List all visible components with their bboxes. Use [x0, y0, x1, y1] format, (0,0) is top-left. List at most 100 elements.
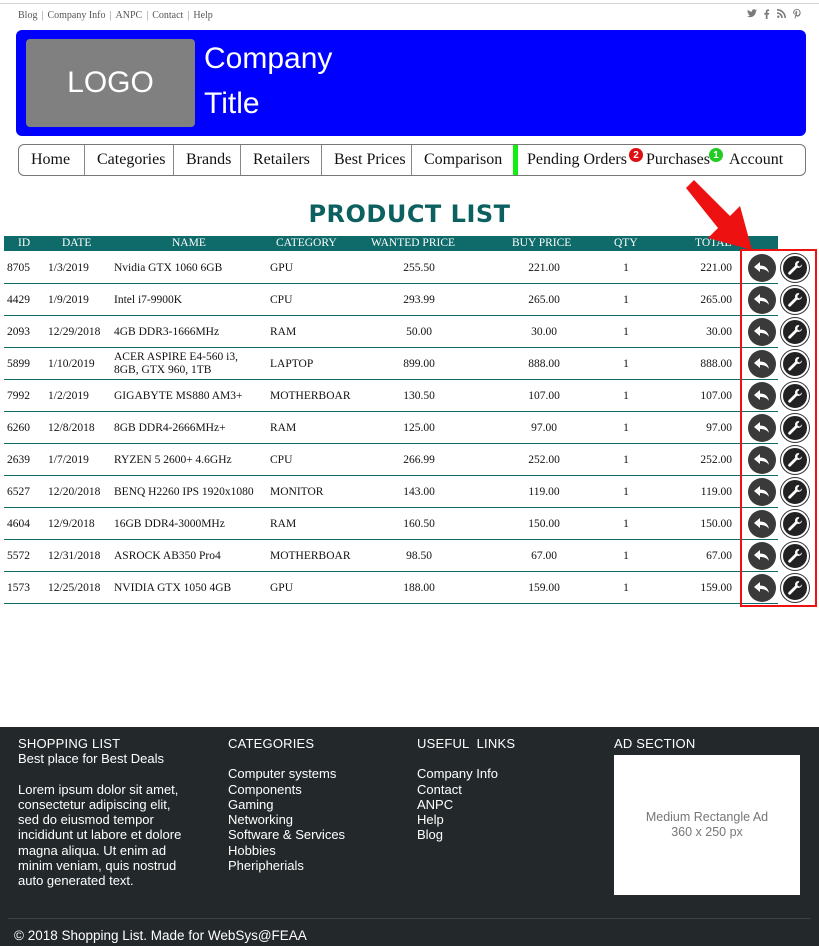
- pinterest-icon[interactable]: [792, 9, 801, 22]
- facebook-icon[interactable]: [762, 9, 771, 22]
- cell-date: 1/9/2019: [48, 294, 89, 306]
- cell-wanted-price: 266.99: [403, 454, 435, 466]
- cell-name: GIGABYTE MS880 AM3+: [114, 390, 243, 402]
- pending-orders-badge: 2: [629, 148, 643, 162]
- cell-total: 252.00: [700, 454, 732, 466]
- footer-shop-text: magna aliqua. Ut enim ad: [18, 842, 167, 858]
- footer-shop-text: auto generated text.: [18, 873, 134, 889]
- footer-category-link[interactable]: Gaming: [228, 797, 345, 812]
- footer-category-link[interactable]: Hobbies: [228, 843, 345, 858]
- nav-home[interactable]: Home: [19, 145, 85, 175]
- footer-link-help[interactable]: Help: [417, 812, 515, 827]
- twitter-icon[interactable]: [747, 9, 757, 22]
- cell-total: 221.00: [700, 262, 732, 274]
- cell-buy-price: 150.00: [528, 518, 560, 530]
- ad-size: 360 x 250 px: [671, 825, 743, 839]
- cell-wanted-price: 293.99: [403, 294, 435, 306]
- footer-category-link[interactable]: Networking: [228, 812, 345, 827]
- footer-link-blog[interactable]: Blog: [417, 827, 515, 842]
- top-link-blog[interactable]: Blog: [18, 10, 37, 21]
- cell-wanted-price: 98.50: [406, 550, 432, 562]
- col-qty: QTY: [614, 237, 638, 249]
- cell-name: 4GB DDR3-1666MHz: [114, 326, 220, 338]
- cell-wanted-price: 125.00: [403, 422, 435, 434]
- top-link-company-info[interactable]: Company Info: [47, 10, 105, 21]
- table-row: 5572 12/31/2018 ASROCK AB350 Pro4 MOTHERBOA…: [4, 540, 809, 572]
- cell-qty: 1: [623, 390, 629, 402]
- col-date: DATE: [62, 237, 92, 249]
- nav-comparison[interactable]: Comparison: [412, 145, 513, 175]
- footer-categories-title: CATEGORIES: [228, 736, 315, 751]
- footer-category-link[interactable]: Components: [228, 782, 345, 797]
- cell-wanted-price: 130.50: [403, 390, 435, 402]
- separator: |: [41, 10, 44, 21]
- cell-id: 1573: [7, 582, 30, 594]
- cell-name: RYZEN 5 2600+ 4.6GHz: [114, 454, 232, 466]
- table-row: 1573 12/25/2018 NVIDIA GTX 1050 4GB GPU 188.…: [4, 572, 809, 604]
- nav-brands[interactable]: Brands: [174, 145, 241, 175]
- cell-category: RAM: [270, 518, 297, 530]
- cell-wanted-price: 188.00: [403, 582, 435, 594]
- table-row: 6527 12/20/2018 BENQ H2260 IPS 1920x1080 MO…: [4, 476, 809, 508]
- footer-link-contact[interactable]: Contact: [417, 782, 515, 797]
- cell-buy-price: 67.00: [531, 550, 557, 562]
- cell-name: BENQ H2260 IPS 1920x1080: [114, 486, 254, 498]
- footer-useful-links: USEFUL LINKS Company Info Contact ANPC H…: [417, 736, 515, 843]
- cell-buy-price: 30.00: [531, 326, 557, 338]
- cell-wanted-price: 50.00: [406, 326, 432, 338]
- cell-total: 97.00: [706, 422, 732, 434]
- col-wanted-price: WANTED PRICE: [371, 237, 456, 249]
- cell-id: 2639: [7, 454, 30, 466]
- cell-name: NVIDIA GTX 1050 4GB: [114, 582, 232, 594]
- top-link-help[interactable]: Help: [193, 10, 212, 21]
- cell-name: 8GB DDR4-2666MHz+: [114, 422, 226, 434]
- cell-category: MONITOR: [270, 486, 324, 498]
- nav-account[interactable]: Account: [727, 145, 795, 175]
- footer-shop-text: consectetur adipiscing elit,: [18, 796, 171, 812]
- footer-category-link[interactable]: Software & Services: [228, 827, 345, 842]
- col-category: CATEGORY: [276, 237, 337, 249]
- cell-buy-price: 888.00: [528, 358, 560, 370]
- nav-categories[interactable]: Categories: [85, 145, 174, 175]
- table-row: 2639 1/7/2019 RYZEN 5 2600+ 4.6GHz CPU 266.9…: [4, 444, 809, 476]
- cell-date: 1/2/2019: [48, 390, 89, 402]
- cell-qty: 1: [623, 262, 629, 274]
- cell-total: 119.00: [700, 486, 732, 498]
- cell-category: RAM: [270, 422, 297, 434]
- footer-shop-text: Lorem ipsum dolor sit amet,: [18, 781, 179, 797]
- footer-category-link[interactable]: Computer systems: [228, 766, 345, 781]
- table-row: 4604 12/9/2018 16GB DDR4-3000MHz RAM 160.50 1…: [4, 508, 809, 540]
- top-link-anpc[interactable]: ANPC: [116, 10, 143, 21]
- cell-date: 12/9/2018: [48, 518, 95, 530]
- nav-pending-orders[interactable]: Pending Orders 2: [518, 145, 643, 175]
- cell-total: 150.00: [700, 518, 732, 530]
- footer-link-company-info[interactable]: Company Info: [417, 766, 515, 781]
- nav-purchases[interactable]: Purchases 1: [641, 145, 727, 175]
- cell-id: 4429: [7, 294, 30, 306]
- cell-wanted-price: 899.00: [403, 358, 435, 370]
- cell-name: ACER ASPIRE E4-560 i3, 8GB, GTX 960, 1TB: [114, 351, 238, 376]
- footer-shop-text: minim veniam, quis nostrud: [18, 858, 177, 874]
- footer-category-link[interactable]: Pheripherials: [228, 858, 345, 873]
- cell-total: 67.00: [706, 550, 732, 562]
- top-border: [0, 3, 819, 4]
- cell-total: 159.00: [700, 582, 732, 594]
- copyright: © 2018 Shopping List. Made for WebSys@FE…: [14, 928, 307, 943]
- cell-qty: 1: [623, 518, 629, 530]
- cell-qty: 1: [623, 358, 629, 370]
- cell-total: 888.00: [700, 358, 732, 370]
- table-body: 8705 1/3/2019 Nvidia GTX 1060 6GB GPU 255.50…: [4, 252, 809, 604]
- nav-best-prices[interactable]: Best Prices: [322, 145, 412, 175]
- cell-total: 30.00: [706, 326, 732, 338]
- cell-id: 8705: [7, 262, 30, 274]
- nav-retailers[interactable]: Retailers: [241, 145, 322, 175]
- cell-name: Intel i7-9900K: [114, 294, 183, 306]
- logo[interactable]: LOGO: [26, 39, 195, 127]
- col-id: ID: [18, 237, 31, 249]
- cell-qty: 1: [623, 454, 629, 466]
- cell-name: 16GB DDR4-3000MHz: [114, 518, 225, 530]
- rss-icon[interactable]: [777, 9, 786, 22]
- ad-placeholder[interactable]: Medium Rectangle Ad 360 x 250 px: [614, 755, 800, 895]
- footer-link-anpc[interactable]: ANPC: [417, 797, 515, 812]
- top-link-contact[interactable]: Contact: [152, 10, 183, 21]
